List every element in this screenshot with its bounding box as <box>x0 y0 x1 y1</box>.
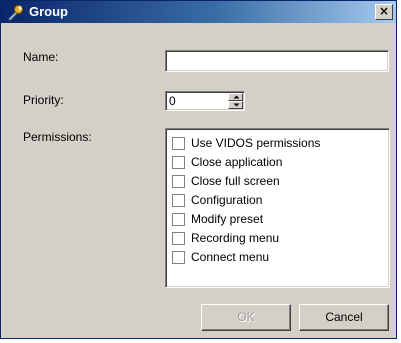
permission-label: Connect menu <box>191 250 270 264</box>
dialog-title: Group <box>29 4 68 19</box>
arrow-up-icon <box>233 95 240 99</box>
permissions-list: Use VIDOS permissions Close application … <box>165 128 390 288</box>
checkbox[interactable] <box>172 194 185 207</box>
spin-down-button[interactable] <box>228 101 243 109</box>
close-icon: × <box>378 4 390 18</box>
checkbox[interactable] <box>172 137 185 150</box>
permission-label: Modify preset <box>191 212 264 226</box>
name-input[interactable] <box>165 50 389 72</box>
permissions-label: Permissions: <box>23 130 92 144</box>
checkbox[interactable] <box>172 213 185 226</box>
checkbox[interactable] <box>172 232 185 245</box>
priority-label: Priority: <box>23 93 64 107</box>
permission-label: Close full screen <box>191 174 280 188</box>
permission-label: Use VIDOS permissions <box>191 136 321 150</box>
priority-spinner[interactable]: 0 <box>165 91 245 111</box>
permission-label: Configuration <box>191 193 263 207</box>
priority-spin-buttons <box>228 93 243 109</box>
wrench-icon <box>7 4 24 21</box>
title-bar[interactable]: Group × <box>1 1 396 23</box>
ok-button[interactable]: OK <box>201 304 291 331</box>
arrow-down-icon <box>233 103 240 107</box>
spin-up-button[interactable] <box>228 93 243 101</box>
permission-label: Close application <box>191 155 283 169</box>
checkbox[interactable] <box>172 156 185 169</box>
group-dialog: Group × Name: Priority: 0 Permissions: U… <box>0 0 397 339</box>
cancel-button[interactable]: Cancel <box>299 304 389 331</box>
permission-label: Recording menu <box>191 231 280 245</box>
checkbox[interactable] <box>172 251 185 264</box>
close-button[interactable]: × <box>375 4 393 20</box>
name-label: Name: <box>23 50 59 64</box>
checkbox[interactable] <box>172 175 185 188</box>
